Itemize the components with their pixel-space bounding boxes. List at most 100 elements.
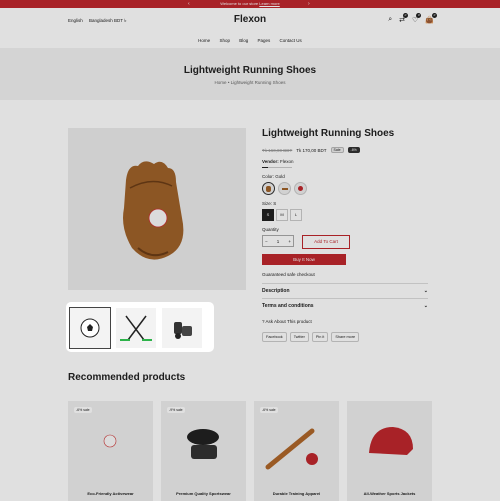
baseball-bat-icon [265, 428, 318, 470]
old-price: Tk 160,00 BDT [262, 147, 293, 153]
baseball-glove-icon [123, 161, 184, 260]
product-title: Lightweight Running Shoes [262, 128, 395, 139]
baseball-icon [103, 434, 117, 448]
product-card[interactable]: -6% sale Eco-Friendly Activewear [68, 401, 153, 501]
thumbnail-hockey-sticks[interactable] [116, 308, 156, 348]
sale-badge: -6% sale [74, 407, 92, 413]
nav-contact[interactable]: Contact Us [280, 38, 302, 43]
glove-icon [266, 185, 271, 192]
product-card[interactable]: -9% sale Premium Quality Sportswear [161, 401, 246, 501]
product-card-name[interactable]: Eco-Friendly Activewear [68, 491, 153, 496]
nav-shop[interactable]: Shop [219, 38, 230, 43]
price-row: Tk 160,00 BDT Tk 170,00 BDT Sale -6% [262, 147, 430, 153]
chevron-left-icon[interactable]: ‹ [188, 0, 190, 8]
color-swatches [262, 182, 430, 195]
color-value: Gold [275, 174, 285, 179]
vendor-name[interactable]: Flexon [280, 159, 294, 164]
product-card-name[interactable]: Durable Training Apparel [254, 491, 339, 496]
accordion-description[interactable]: Description ⌄ [262, 283, 428, 298]
share-pinterest[interactable]: Pin it [311, 332, 329, 342]
announcement-link[interactable]: Learn more [259, 1, 279, 6]
announcement-bar: ‹ Welcome to our store Learn more › [0, 0, 500, 8]
nav-blog[interactable]: Blog [239, 38, 248, 43]
chevron-right-icon[interactable]: › [308, 0, 310, 8]
bat-icon [281, 187, 288, 190]
header-icons: ⌕ ⇄ 0 ♡ 0 👜 0 [388, 13, 437, 24]
breadcrumb-separator: • [227, 80, 230, 85]
terms-label: Terms and conditions [262, 303, 314, 309]
swatch-helmet[interactable] [294, 182, 307, 195]
description-label: Description [262, 288, 290, 294]
recommended-title: Recommended products [68, 372, 186, 383]
ask-label: Ask About This product [265, 319, 312, 324]
nav-pages[interactable]: Pages [258, 38, 271, 43]
vendor-label: Vendor: [262, 159, 279, 164]
cart-count: 0 [432, 13, 437, 18]
swatch-glove[interactable] [262, 182, 275, 195]
add-to-cart-button[interactable]: Add To Cart [302, 235, 350, 249]
product-card-name[interactable]: All-Weather Sports Jackets [347, 491, 432, 496]
page-hero: Lightweight Running Shoes Home • Lightwe… [0, 48, 500, 100]
page-title: Lightweight Running Shoes [183, 65, 317, 76]
soccer-ball-icon [80, 318, 100, 338]
size-label: Size: [262, 201, 273, 206]
size-value: S [273, 201, 277, 206]
chevron-down-icon: ⌄ [423, 288, 428, 294]
helmet-icon [298, 186, 303, 191]
cart-row: − 1 + Add To Cart [262, 235, 430, 249]
share-facebook[interactable]: Facebook [262, 332, 287, 342]
minus-icon[interactable]: − [265, 239, 268, 244]
share-twitter[interactable]: Twitter [289, 332, 309, 342]
quantity-value[interactable]: 1 [277, 239, 280, 244]
color-row: Color: Gold [262, 174, 430, 195]
product-details: Lightweight Running Shoes Tk 160,00 BDT … [262, 128, 430, 342]
quantity-stepper[interactable]: − 1 + [262, 235, 294, 247]
announcement-text: Welcome to our store [220, 1, 259, 6]
ask-question-link[interactable]: ? Ask About This product [262, 319, 430, 324]
compare-count: 0 [403, 13, 408, 18]
buy-now-button[interactable]: Buy It Now [262, 254, 346, 265]
size-options: S M L [262, 209, 430, 221]
sale-tag: Sale [330, 147, 344, 153]
hockey-sticks-icon [120, 315, 152, 341]
discount-tag: -6% [347, 147, 360, 153]
accordion-terms[interactable]: Terms and conditions ⌄ [262, 298, 428, 313]
size-s[interactable]: S [262, 209, 274, 221]
product-card[interactable]: -6% sale Durable Training Apparel [254, 401, 339, 501]
site-header: English Bangladesh BDT ৳ Flexon ⌕ ⇄ 0 ♡ 0 … [0, 8, 500, 48]
share-more[interactable]: Share more [331, 332, 360, 342]
current-price: Tk 170,00 BDT [296, 147, 327, 153]
main-nav: Home Shop Blog Pages Contact Us [0, 38, 500, 43]
bike-helmet-icon [369, 427, 413, 455]
swatch-bat[interactable] [278, 182, 291, 195]
plus-icon[interactable]: + [288, 239, 291, 244]
vendor-row: Vendor: Flexon [262, 159, 430, 164]
sale-badge: -6% sale [260, 407, 278, 413]
chevron-down-icon: ⌄ [423, 303, 428, 309]
goggles-gloves-icon [187, 429, 219, 459]
thumbnail-gear-set[interactable] [162, 308, 202, 348]
product-card[interactable]: All-Weather Sports Jackets [347, 401, 432, 501]
product-card-name[interactable]: Premium Quality Sportswear [161, 491, 246, 496]
size-l[interactable]: L [290, 209, 302, 221]
breadcrumb-current: Lightweight Running Shoes [230, 80, 286, 85]
sale-badge: -9% sale [167, 407, 185, 413]
wishlist-icon[interactable]: ♡ 0 [412, 13, 422, 24]
share-buttons: Facebook Twitter Pin it Share more [262, 332, 430, 342]
nav-home[interactable]: Home [198, 38, 210, 43]
size-m[interactable]: M [276, 209, 288, 221]
thumbnail-soccer-ball[interactable] [69, 307, 111, 349]
product-main-image[interactable] [68, 128, 246, 290]
color-label: Color: [262, 174, 275, 179]
gear-set-icon [174, 322, 192, 339]
compare-icon[interactable]: ⇄ 0 [399, 13, 408, 24]
cart-icon[interactable]: 👜 0 [425, 13, 437, 24]
breadcrumb-home[interactable]: Home [215, 80, 227, 85]
quantity-label: Quantity [262, 227, 279, 232]
search-icon[interactable]: ⌕ [388, 16, 392, 24]
stock-bar [262, 167, 292, 168]
wishlist-count: 0 [416, 13, 422, 18]
size-row: Size: S S M L [262, 201, 430, 221]
question-icon: ? [262, 319, 265, 324]
breadcrumb: Home • Lightweight Running Shoes [0, 80, 500, 85]
